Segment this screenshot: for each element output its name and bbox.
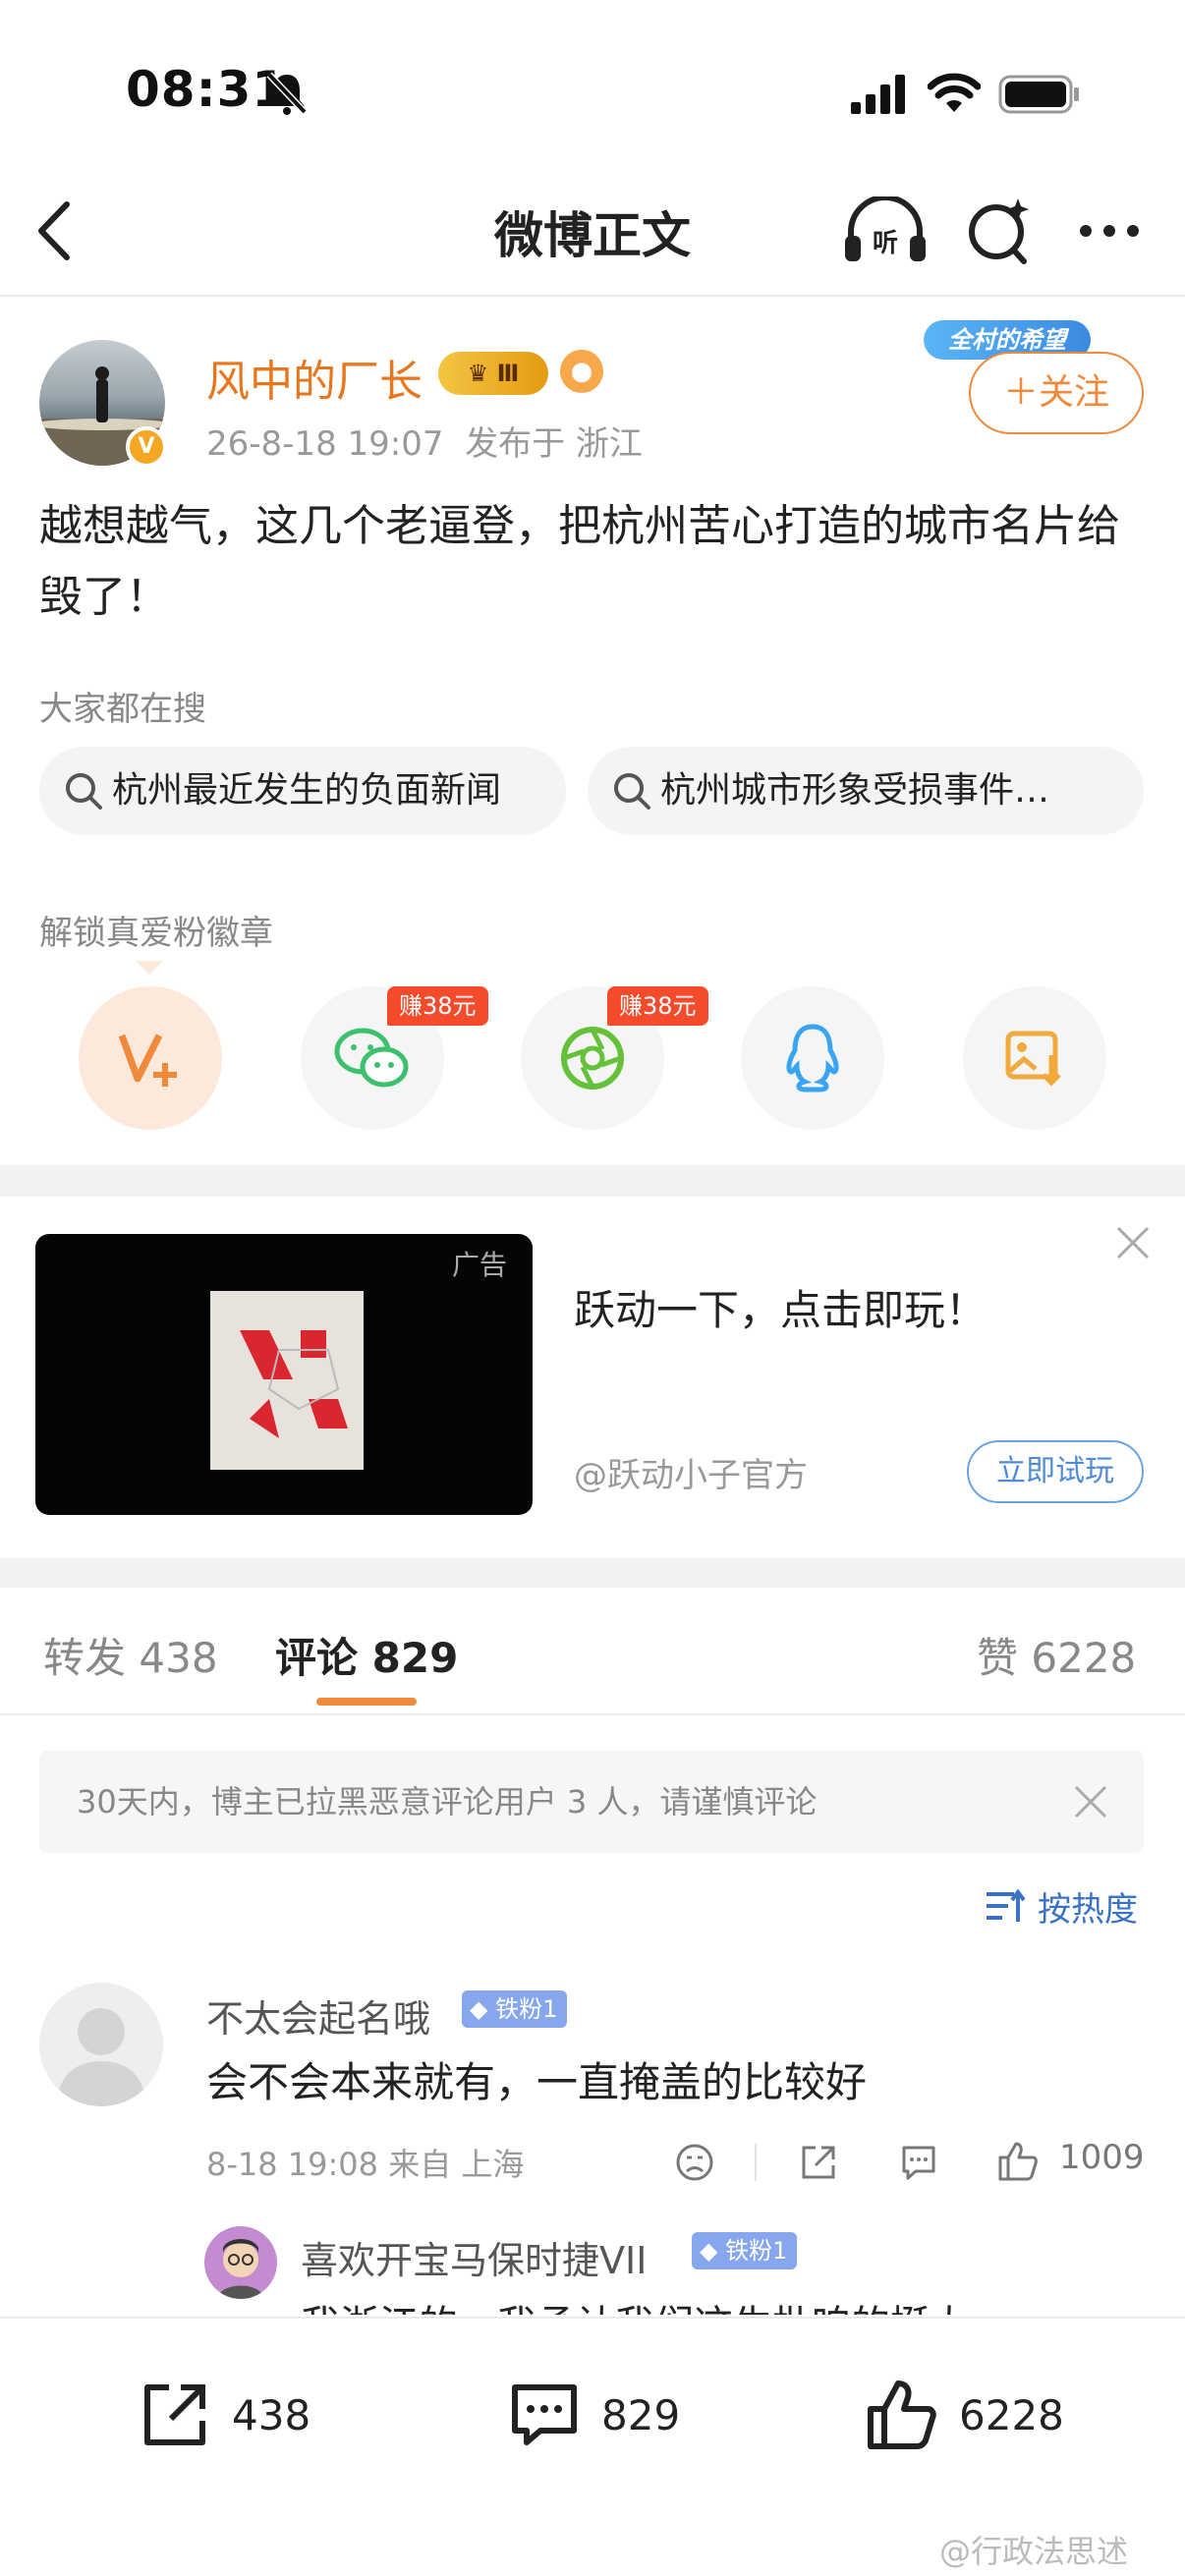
search-icon[interactable] [965,195,1034,265]
blocked-users-notice: 30天内，博主已拉黑恶意评论用户 3 人，请谨慎评论 [39,1751,1144,1853]
bottom-repost-count: 438 [232,2390,311,2439]
tab-likes[interactable]: 赞 6228 [977,1625,1136,1685]
search-icon [66,773,102,810]
active-tab-indicator [316,1698,417,1706]
share-weibo-fan-button[interactable] [79,986,222,1130]
listen-icon[interactable]: 听 [843,195,928,265]
comment-meta: 8-18 19:08 来自 上海 [206,2146,525,2183]
section-separator [0,1165,1185,1197]
fan-badge-label: 解锁真爱粉徽章 [39,914,273,953]
fish-icon: ● [560,350,603,393]
comment-text: 会不会本来就有，一直掩盖的比较好 [206,2058,868,2106]
ad-try-button[interactable]: 立即试玩 [967,1440,1144,1503]
post-text: 越想越气，这几个老逼登，把杭州苦心打造的城市名片给毁了！ [39,501,1120,622]
ad-thumbnail[interactable]: 广告 [35,1234,533,1515]
notice-text: 30天内，博主已拉黑恶意评论用户 3 人，请谨慎评论 [77,1783,818,1820]
sort-by-hot-button[interactable]: 按热度 [1038,1882,1138,1931]
notice-close-icon[interactable] [1073,1784,1108,1820]
hot-search-text: 杭州城市形象受损事件… [660,770,1050,811]
battery-icon [998,73,1081,116]
earn-badge: 赚38元 [607,986,708,1026]
mute-bell-icon [265,71,309,116]
wifi-icon [927,73,982,114]
wechat-icon [334,1028,409,1088]
fan-level-badge: ◆ 铁粉1 [692,2232,798,2269]
nav-divider [0,295,1185,297]
follow-button[interactable]: ＋关注 [969,352,1144,434]
replier-name[interactable]: 喜欢开宝马保时捷VII [301,2230,647,2284]
share-comment-icon[interactable] [798,2142,839,2183]
bottom-repost-button[interactable]: 438 [138,2378,310,2452]
status-time: 08:31 [126,61,288,118]
moments-icon [561,1027,624,1090]
ad-close-icon[interactable] [1114,1224,1152,1261]
tab-repost[interactable]: 转发 438 [43,1625,218,1685]
action-separator [755,2144,757,2181]
post-meta: 26-8-18 19:07 发布于 浙江 [206,417,643,465]
comment-icon [512,2384,577,2445]
author-name[interactable]: 风中的厂长 [206,346,423,409]
ad-preview-image [210,1291,364,1470]
post-location: 发布于 浙江 [465,424,643,464]
fan-level-badge: ◆ 铁粉1 [462,1990,568,2028]
image-download-icon [1005,1031,1061,1087]
ad-title[interactable]: 跃动一下，点击即玩！ [574,1277,987,1337]
like-comment-icon[interactable] [996,2140,1040,2183]
svg-text:听: 听 [873,229,898,258]
member-level-badge: ♛ Ⅲ [438,352,548,395]
tabs-divider [0,1713,1185,1715]
hot-search-chip-1[interactable]: 杭州最近发生的负面新闻 [39,747,566,835]
more-icon[interactable] [1077,222,1142,240]
bottom-comment-count: 829 [601,2390,681,2439]
ad-tag: 广告 [452,1249,508,1281]
reply-text: 我浙江的，我承认我们这生批咱的挺大 [301,2293,969,2315]
bottom-comment-button[interactable]: 829 [507,2378,680,2452]
tab-comments[interactable]: 评论 829 [275,1625,458,1685]
reply-comment-icon[interactable] [898,2142,939,2183]
verified-badge: V [126,426,167,468]
dislike-icon[interactable] [674,2142,715,2183]
qq-icon [786,1024,839,1092]
section-separator [0,1558,1185,1588]
comment-like-count: 1009 [1059,2138,1145,2177]
share-qq-button[interactable] [741,986,884,1130]
search-icon [614,773,650,810]
hot-search-text: 杭州最近发生的负面新闻 [112,770,502,811]
post-timestamp: 26-8-18 19:07 [206,424,444,464]
everyone-searching-label: 大家都在搜 [39,690,206,729]
thumbs-up-icon [868,2380,936,2449]
hot-search-chip-2[interactable]: 杭州城市形象受损事件… [588,747,1144,835]
commenter-avatar[interactable] [39,1983,163,2106]
v-plus-icon [118,1034,177,1087]
earn-badge: 赚38元 [387,986,488,1026]
sort-icon[interactable] [985,1886,1026,1926]
save-image-button[interactable] [963,986,1106,1130]
ad-source[interactable]: @跃动小子官方 [574,1448,808,1496]
crown-icon: ♛ [467,360,497,387]
label-pointer [136,961,163,975]
commenter-name[interactable]: 不太会起名哦 [206,1988,430,2043]
bottom-like-count: 6228 [959,2390,1064,2439]
signal-icon [851,75,906,114]
repost-icon [144,2384,205,2445]
replier-avatar[interactable] [204,2226,277,2299]
watermark: @行政法思述 [939,2533,1129,2570]
bottom-like-button[interactable]: 6228 [865,2378,1064,2452]
